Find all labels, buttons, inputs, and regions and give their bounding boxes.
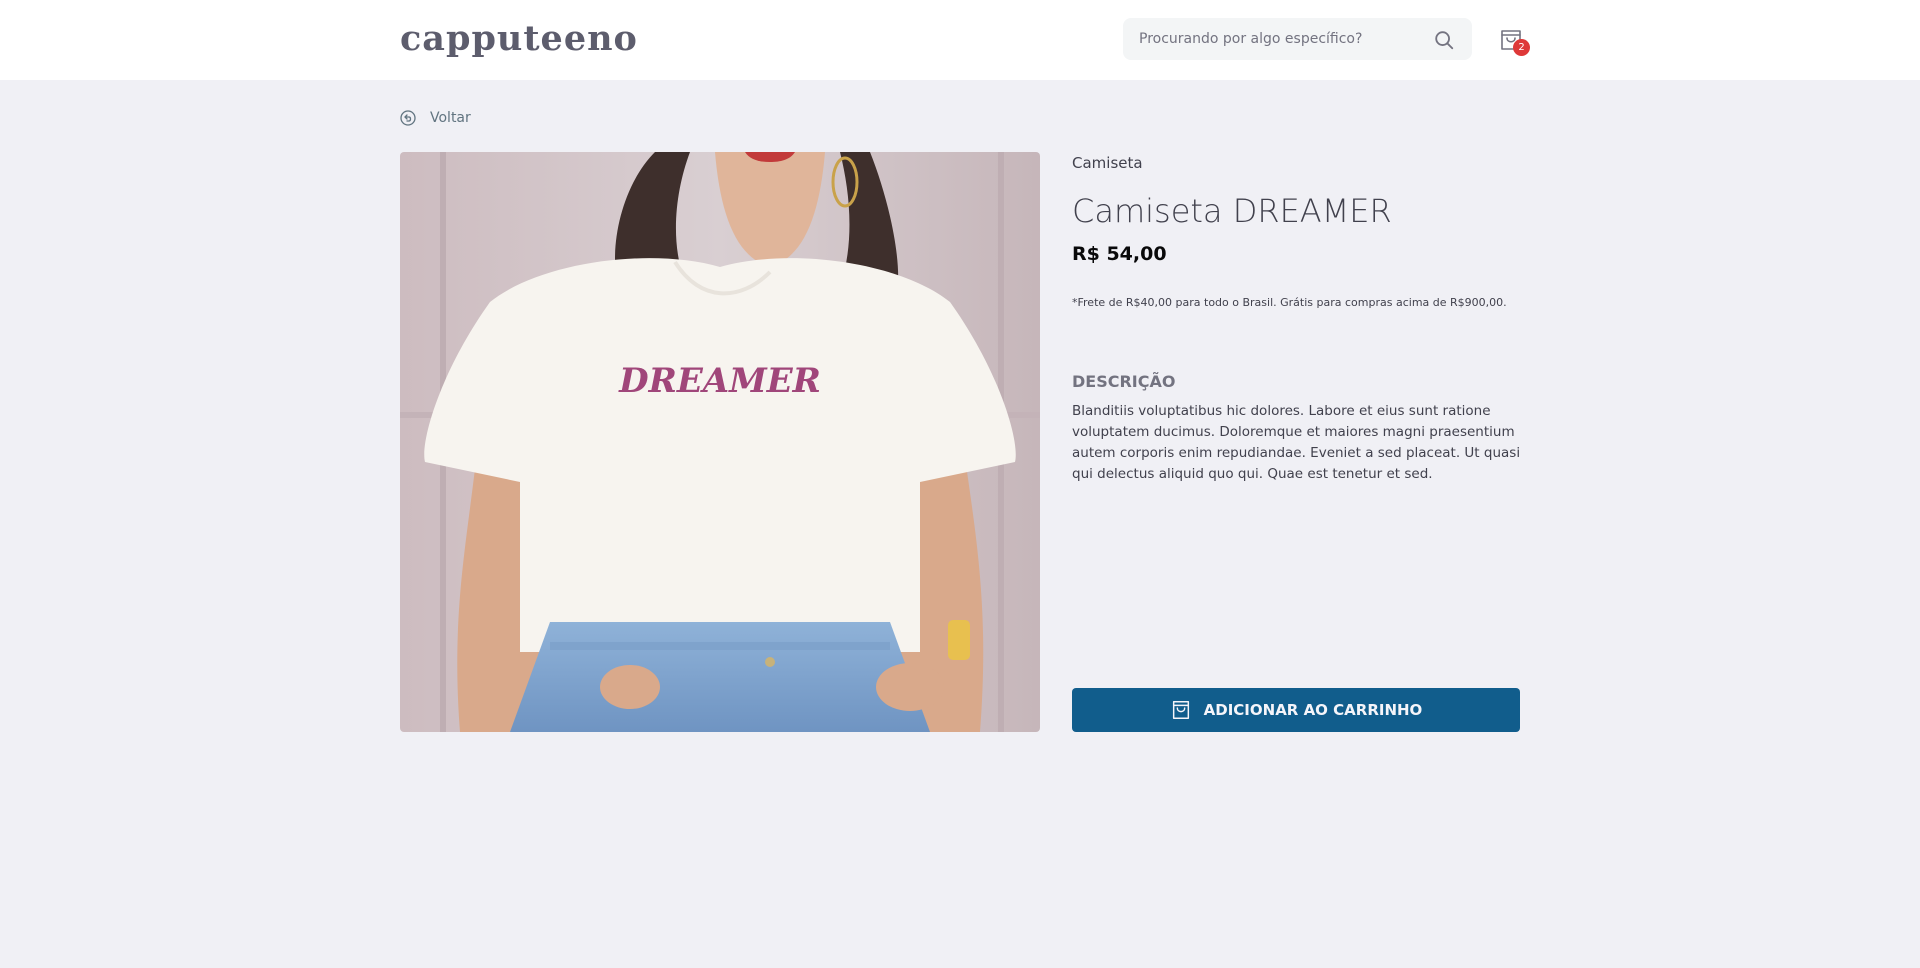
cart-count-badge: 2 — [1513, 39, 1530, 56]
back-label: Voltar — [430, 110, 471, 126]
back-link[interactable]: Voltar — [400, 107, 471, 129]
product-image: DREAMER — [400, 152, 1040, 732]
search-box[interactable] — [1123, 18, 1472, 60]
search-icon[interactable] — [1433, 29, 1455, 51]
product-description: Blanditiis voluptatibus hic dolores. Lab… — [1072, 403, 1521, 482]
product-title: Camiseta DREAMER — [1072, 192, 1392, 230]
shipping-note: *Frete de R$40,00 para todo o Brasil. Gr… — [1072, 296, 1507, 309]
product-category: Camiseta — [1072, 154, 1143, 172]
back-arrow-icon — [400, 110, 416, 126]
shopping-bag-icon — [1172, 701, 1189, 719]
product-price: R$ 54,00 — [1072, 243, 1167, 265]
add-to-cart-button[interactable]: ADICIONAR AO CARRINHO — [1072, 688, 1520, 732]
top-header: capputeeno 2 — [0, 0, 1920, 80]
search-input[interactable] — [1123, 18, 1423, 60]
add-to-cart-label: ADICIONAR AO CARRINHO — [1203, 701, 1423, 719]
shirt-print-text: DREAMER — [618, 361, 821, 401]
description-heading: DESCRIÇÃO — [1072, 372, 1176, 391]
logo[interactable]: capputeeno — [400, 18, 638, 59]
product-photo-illustration: DREAMER — [400, 152, 1040, 732]
